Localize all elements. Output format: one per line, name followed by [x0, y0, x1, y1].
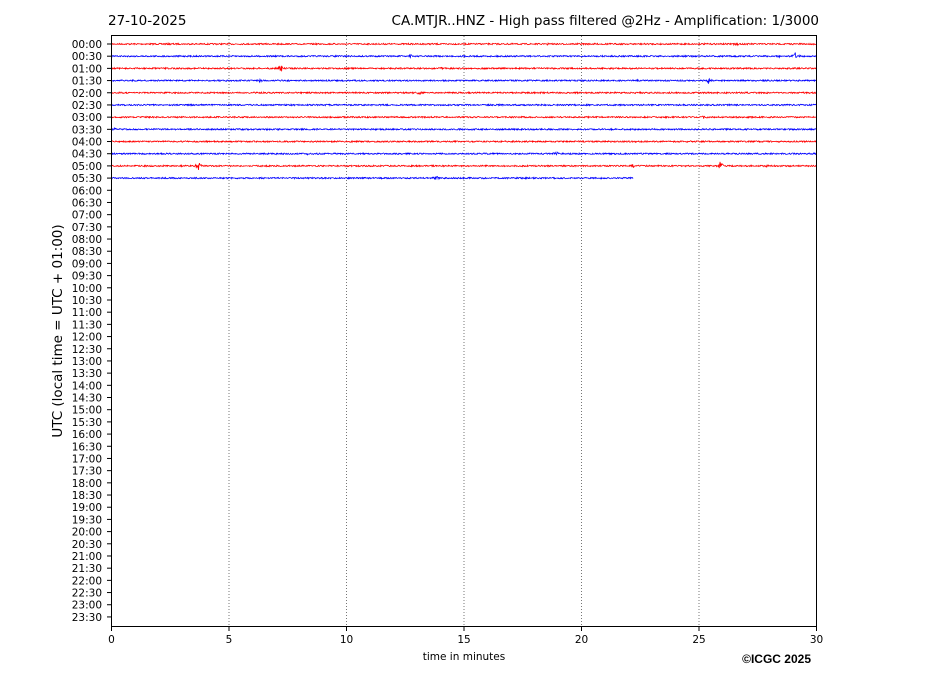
- x-tick-label: 10: [340, 634, 353, 646]
- y-tick-label: 09:00: [72, 258, 102, 270]
- y-tick-label: 11:00: [72, 307, 102, 319]
- x-tick-label: 20: [575, 634, 588, 646]
- x-tick-label: 30: [810, 634, 823, 646]
- y-tick-label: 23:30: [72, 612, 102, 624]
- y-tick-label: 01:30: [72, 76, 102, 88]
- y-tick-label: 19:00: [72, 502, 102, 514]
- y-tick-label: 04:30: [72, 149, 102, 161]
- y-tick-label: 08:00: [72, 234, 102, 246]
- y-axis-label: UTC (local time = UTC + 01:00): [50, 224, 66, 437]
- grid-lines: [228, 36, 700, 626]
- y-tick-label: 23:00: [72, 600, 102, 612]
- y-tick-label: 16:00: [72, 429, 102, 441]
- y-tick-label: 10:00: [72, 283, 102, 295]
- trace-0300: [111, 115, 817, 119]
- y-tick-label: 20:00: [72, 527, 102, 539]
- x-axis-label: time in minutes: [423, 651, 505, 663]
- y-tick-label: 02:00: [72, 88, 102, 100]
- y-tick-label: 19:30: [72, 514, 102, 526]
- y-tick-label: 10:30: [72, 295, 102, 307]
- y-tick-label: 14:00: [72, 380, 102, 392]
- y-tick-label: 22:00: [72, 575, 102, 587]
- y-tick-label: 01:00: [72, 63, 102, 75]
- x-tick-label: 15: [457, 634, 470, 646]
- y-tick-label: 03:30: [72, 124, 102, 136]
- y-tick-label: 12:00: [72, 332, 102, 344]
- y-tick-label: 00:00: [72, 39, 102, 51]
- y-tick-label: 05:00: [72, 161, 102, 173]
- trace-0530: [111, 175, 634, 181]
- helicorder-chart: 27-10-2025 CA.MTJR..HNZ - High pass filt…: [50, 13, 823, 666]
- y-tick-label: 17:00: [72, 453, 102, 465]
- y-tick-label: 08:30: [72, 246, 102, 258]
- y-tick-label: 14:30: [72, 393, 102, 405]
- y-tick-label: 22:30: [72, 588, 102, 600]
- y-tick-label: 04:00: [72, 137, 102, 149]
- y-tick-label: 06:00: [72, 185, 102, 197]
- trace-0000: [111, 42, 817, 47]
- y-tick-label: 11:30: [72, 319, 102, 331]
- y-tick-label: 18:30: [72, 490, 102, 502]
- y-tick-label: 09:30: [72, 271, 102, 283]
- y-tick-label: 13:00: [72, 356, 102, 368]
- y-tick-label: 07:00: [72, 210, 102, 222]
- x-tick-label: 0: [108, 634, 115, 646]
- y-tick-label: 00:30: [72, 51, 102, 63]
- y-tick-label: 06:30: [72, 197, 102, 209]
- trace-0030: [111, 52, 817, 59]
- x-tick-label: 5: [226, 634, 233, 646]
- y-tick-label: 15:00: [72, 405, 102, 417]
- y-tick-label: 16:30: [72, 441, 102, 453]
- y-tick-label: 07:30: [72, 222, 102, 234]
- y-tick-label: 17:30: [72, 466, 102, 478]
- trace-0230: [111, 103, 817, 107]
- chart-title: CA.MTJR..HNZ - High pass filtered @2Hz -…: [392, 13, 819, 29]
- copyright: ©ICGC 2025: [742, 652, 811, 666]
- y-tick-label: 20:30: [72, 539, 102, 551]
- y-tick-label: 18:00: [72, 478, 102, 490]
- y-tick-label: 02:30: [72, 100, 102, 112]
- x-axis: 0 5 10 15 20 25 30: [108, 626, 823, 646]
- date-label: 27-10-2025: [108, 13, 186, 29]
- y-tick-label: 15:30: [72, 417, 102, 429]
- y-tick-label: 21:30: [72, 563, 102, 575]
- x-tick-label: 25: [692, 634, 705, 646]
- y-tick-label: 03:00: [72, 112, 102, 124]
- y-tick-label: 13:30: [72, 368, 102, 380]
- y-axis: 00:0000:3001:0001:3002:0002:3003:0003:30…: [72, 39, 112, 624]
- y-tick-label: 05:30: [72, 173, 102, 185]
- trace-0430: [111, 151, 817, 156]
- y-tick-label: 12:30: [72, 344, 102, 356]
- y-tick-label: 21:00: [72, 551, 102, 563]
